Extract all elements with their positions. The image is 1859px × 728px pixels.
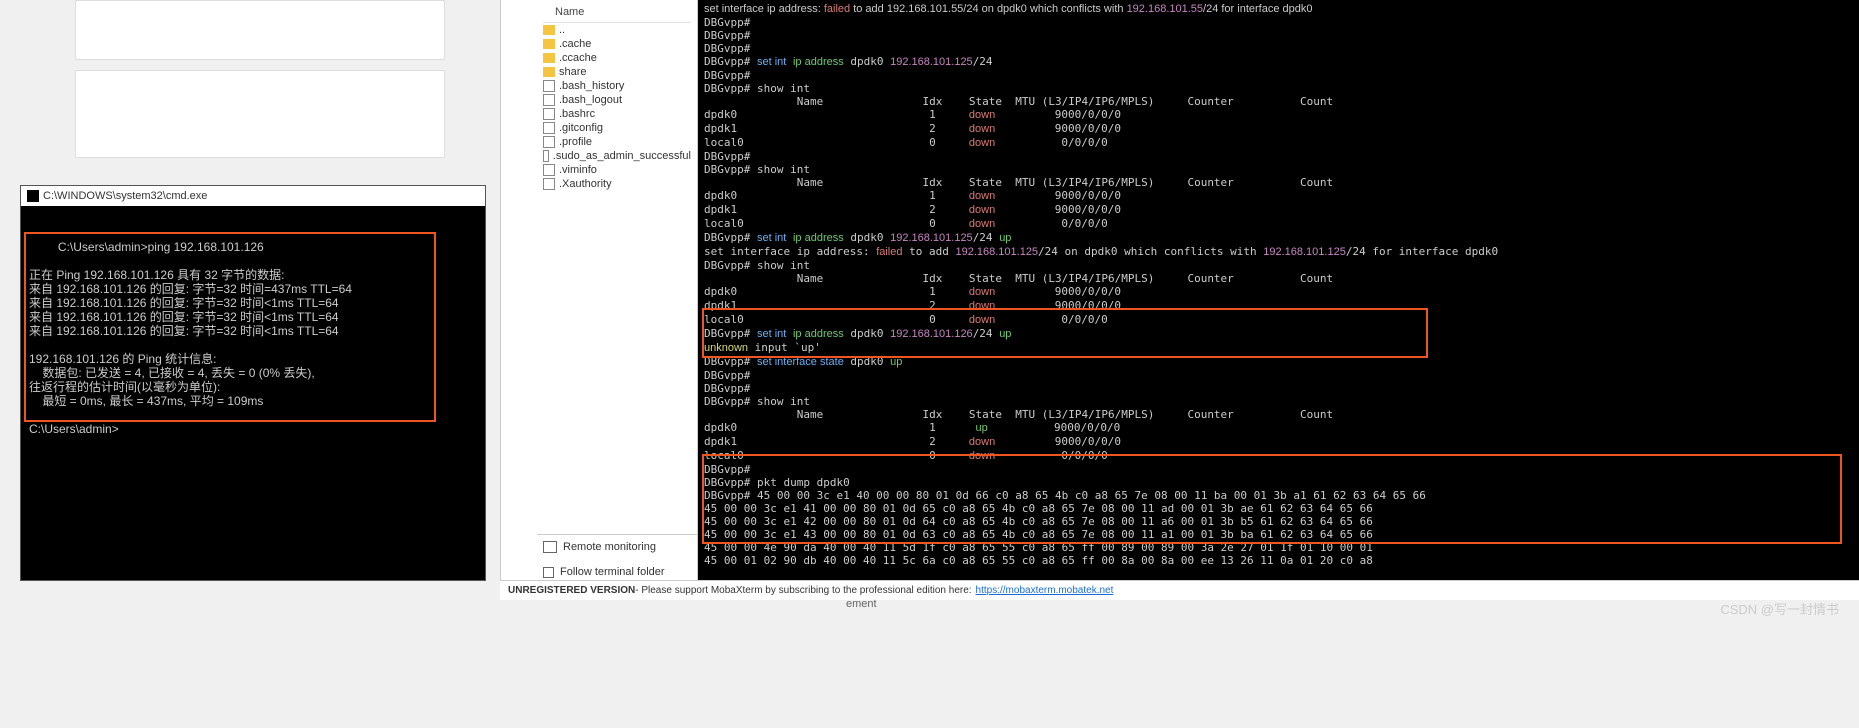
cut-text-fragment: ement (840, 596, 883, 612)
file-label: .Xauthority (559, 178, 612, 190)
file-row-sudoasadminsuccessful[interactable]: .sudo_as_admin_successful (543, 149, 691, 163)
folder-icon (543, 39, 555, 49)
file-list-header[interactable]: Name (543, 4, 691, 23)
file-row-Xauthority[interactable]: .Xauthority (543, 177, 691, 191)
file-icon (543, 164, 555, 176)
file-icon (543, 178, 555, 190)
status-text: - Please support MobaXterm by subscribin… (635, 585, 971, 596)
file-icon (543, 150, 549, 162)
snippet-card-empty-1 (75, 0, 445, 60)
file-label: .gitconfig (559, 122, 603, 134)
file-label: .ccache (559, 52, 597, 64)
file-row-bashlogout[interactable]: .bash_logout (543, 93, 691, 107)
file-label: .. (559, 24, 565, 36)
status-bar: UNREGISTERED VERSION - Please support Mo… (500, 580, 1859, 600)
file-label: .bash_logout (559, 94, 622, 106)
cmd-output[interactable]: C:\Users\admin>ping 192.168.101.126 正在 P… (21, 206, 485, 456)
file-label: .sudo_as_admin_successful (553, 150, 691, 162)
file-label: .profile (559, 136, 592, 148)
file-panel: Name .. .cache .ccache share .bash_history .b… (500, 0, 698, 590)
folder-icon (543, 25, 555, 35)
remote-monitoring-bar[interactable]: Remote monitoring (537, 534, 697, 558)
file-row-viminfo[interactable]: .viminfo (543, 163, 691, 177)
follow-terminal-label: Follow terminal folder (560, 566, 665, 578)
follow-checkbox[interactable] (543, 567, 554, 578)
snippet-card-empty-2 (75, 70, 445, 158)
cmd-highlight-box (24, 232, 436, 422)
follow-terminal-row[interactable]: Follow terminal folder (537, 562, 697, 582)
file-label: .bash_history (559, 80, 624, 92)
file-row-bashhistory[interactable]: .bash_history (543, 79, 691, 93)
file-label: share (559, 66, 587, 78)
file-row-[interactable]: .. (543, 23, 691, 37)
file-icon (543, 80, 555, 92)
ssh-terminal[interactable]: set interface ip address: failed to add … (698, 0, 1859, 580)
monitor-icon (543, 541, 557, 553)
file-row-share[interactable]: share (543, 65, 691, 79)
file-row-gitconfig[interactable]: .gitconfig (543, 121, 691, 135)
file-row-cache[interactable]: .cache (543, 37, 691, 51)
folder-icon (543, 53, 555, 63)
file-icon (543, 122, 555, 134)
status-link[interactable]: https://mobaxterm.mobatek.net (976, 585, 1114, 596)
file-icon (543, 94, 555, 106)
file-label: .cache (559, 38, 591, 50)
cmd-titlebar[interactable]: C:\WINDOWS\system32\cmd.exe (21, 186, 485, 206)
file-row-bashrc[interactable]: .bashrc (543, 107, 691, 121)
cmd-title-text: C:\WINDOWS\system32\cmd.exe (43, 190, 207, 202)
file-icon (543, 108, 555, 120)
cmd-icon (27, 190, 39, 202)
remote-monitoring-label: Remote monitoring (563, 541, 656, 553)
folder-icon (543, 67, 555, 77)
cmd-window: C:\WINDOWS\system32\cmd.exe C:\Users\adm… (20, 185, 486, 581)
file-label: .viminfo (559, 164, 597, 176)
file-icon (543, 136, 555, 148)
file-label: .bashrc (559, 108, 595, 120)
status-label: UNREGISTERED VERSION (508, 585, 635, 596)
file-row-profile[interactable]: .profile (543, 135, 691, 149)
file-row-ccache[interactable]: .ccache (543, 51, 691, 65)
csdn-watermark: CSDN @写一封情书 (1720, 599, 1839, 618)
